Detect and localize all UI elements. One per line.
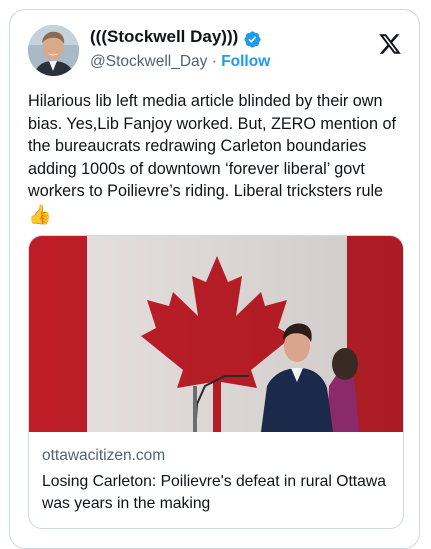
tweet-body: Hilarious lib left media article blinded… [28,92,397,201]
link-preview-card[interactable]: ottawacitizen.com Losing Carleton: Poili… [28,235,404,529]
display-name[interactable]: (((Stockwell Day))) [90,27,238,47]
separator: · [211,53,217,70]
tweet-card: (((Stockwell Day))) @Stockwell_Day · Fol… [9,9,420,549]
follow-button[interactable]: Follow [221,53,270,70]
x-logo-icon[interactable] [378,32,402,56]
link-domain: ottawacitizen.com [42,447,166,464]
verified-badge-icon [244,31,261,48]
link-preview-image [29,236,403,432]
avatar[interactable] [28,25,79,76]
tweet-text: Hilarious lib left media article blinded… [28,90,408,228]
handle-row: @Stockwell_Day · Follow [90,53,270,71]
handle[interactable]: @Stockwell_Day [90,53,207,70]
avatar-image [28,25,79,76]
link-title: Losing Carleton: Poilievre's defeat in r… [42,473,386,512]
thumbs-up-emoji: 👍 [28,204,52,226]
